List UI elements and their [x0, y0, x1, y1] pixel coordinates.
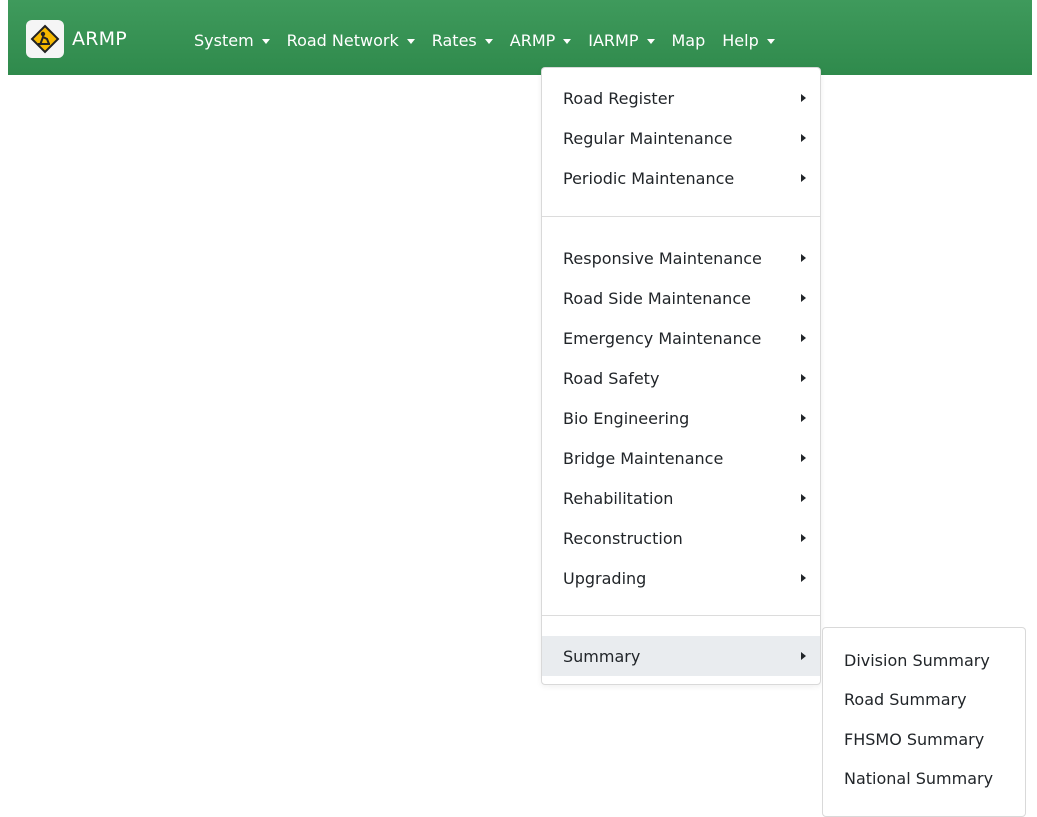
nav-item-help[interactable]: Help	[722, 30, 775, 50]
caret-down-icon	[261, 38, 270, 44]
caret-right-icon	[801, 652, 806, 660]
nav-item-label: ARMP	[509, 30, 556, 50]
submenu-item-national-summary[interactable]: National Summary	[823, 758, 1025, 798]
caret-down-icon	[563, 38, 572, 44]
caret-down-icon	[484, 38, 493, 44]
caret-right-icon	[801, 414, 806, 422]
menu-item-road-safety[interactable]: Road Safety	[542, 358, 820, 398]
menu-divider	[542, 615, 820, 616]
menu-item-responsive-maintenance[interactable]: Responsive Maintenance	[542, 238, 820, 278]
brand[interactable]: ARMP	[26, 20, 127, 58]
menu-item-road-side-maintenance[interactable]: Road Side Maintenance	[542, 278, 820, 318]
menu-item-label: Road Register	[563, 88, 675, 108]
nav-item-label: Rates	[431, 30, 477, 50]
menu-item-bio-engineering[interactable]: Bio Engineering	[542, 398, 820, 438]
submenu-item-fhsmo-summary[interactable]: FHSMO Summary	[823, 719, 1025, 759]
caret-down-icon	[406, 38, 415, 44]
menu-item-road-register[interactable]: Road Register	[542, 78, 820, 118]
menu-item-emergency-maintenance[interactable]: Emergency Maintenance	[542, 318, 820, 358]
menu-item-periodic-maintenance[interactable]: Periodic Maintenance	[542, 158, 820, 198]
nav-item-label: Help	[722, 30, 759, 50]
caret-right-icon	[801, 294, 806, 302]
caret-down-icon	[766, 38, 775, 44]
nav-item-label: System	[194, 30, 254, 50]
submenu-item-road-summary[interactable]: Road Summary	[823, 679, 1025, 719]
menu-item-label: Upgrading	[563, 568, 647, 588]
caret-right-icon	[801, 494, 806, 502]
caret-right-icon	[801, 374, 806, 382]
summary-submenu: Division Summary Road Summary FHSMO Summ…	[822, 627, 1026, 817]
menu-item-label: Bio Engineering	[563, 408, 690, 428]
menu-item-label: Reconstruction	[563, 528, 683, 548]
menu-item-label: Summary	[563, 646, 641, 666]
caret-right-icon	[801, 334, 806, 342]
menu-divider	[542, 216, 820, 217]
nav-item-label: IARMP	[588, 30, 639, 50]
menu-item-label: Regular Maintenance	[563, 128, 733, 148]
menu-item-regular-maintenance[interactable]: Regular Maintenance	[542, 118, 820, 158]
caret-right-icon	[801, 174, 806, 182]
caret-right-icon	[801, 454, 806, 462]
nav-item-rates[interactable]: Rates	[432, 31, 493, 50]
submenu-item-division-summary[interactable]: Division Summary	[823, 640, 1025, 680]
menu-item-reconstruction[interactable]: Reconstruction	[542, 518, 820, 558]
menu-item-bridge-maintenance[interactable]: Bridge Maintenance	[542, 438, 820, 478]
menu-item-upgrading[interactable]: Upgrading	[542, 558, 820, 598]
main-nav: System Road Network Rates ARMP IARMP Map…	[194, 30, 792, 50]
top-navbar: ARMP System Road Network Rates ARMP IARM…	[8, 0, 1032, 75]
caret-right-icon	[801, 134, 806, 142]
menu-item-label: Bridge Maintenance	[563, 448, 724, 468]
nav-item-armp[interactable]: ARMP	[510, 31, 572, 50]
nav-item-label: Road Network	[286, 30, 399, 50]
menu-item-label: Periodic Maintenance	[563, 168, 735, 188]
nav-item-iarmp[interactable]: IARMP	[588, 30, 655, 50]
menu-item-label: Road Side Maintenance	[563, 288, 751, 308]
brand-name: ARMP	[72, 28, 127, 50]
caret-right-icon	[801, 534, 806, 542]
submenu-item-label: Road Summary	[844, 689, 967, 709]
caret-right-icon	[801, 574, 806, 582]
caret-right-icon	[801, 254, 806, 262]
submenu-item-label: FHSMO Summary	[844, 729, 985, 749]
menu-item-label: Rehabilitation	[563, 488, 674, 508]
nav-item-label: Map	[671, 30, 706, 50]
nav-item-road-network[interactable]: Road Network	[287, 31, 415, 50]
caret-down-icon	[646, 38, 655, 44]
nav-item-map[interactable]: Map	[672, 31, 706, 50]
menu-item-rehabilitation[interactable]: Rehabilitation	[542, 478, 820, 518]
submenu-item-label: National Summary	[844, 768, 994, 788]
caret-right-icon	[801, 94, 806, 102]
submenu-item-label: Division Summary	[844, 650, 990, 670]
menu-item-label: Responsive Maintenance	[563, 248, 762, 268]
road-work-sign-icon	[26, 20, 64, 58]
menu-item-label: Emergency Maintenance	[563, 328, 762, 348]
menu-item-summary[interactable]: Summary	[542, 636, 820, 676]
menu-item-label: Road Safety	[563, 368, 660, 388]
nav-item-system[interactable]: System	[194, 31, 270, 50]
armp-dropdown-menu: Road Register Regular Maintenance Period…	[541, 67, 821, 685]
